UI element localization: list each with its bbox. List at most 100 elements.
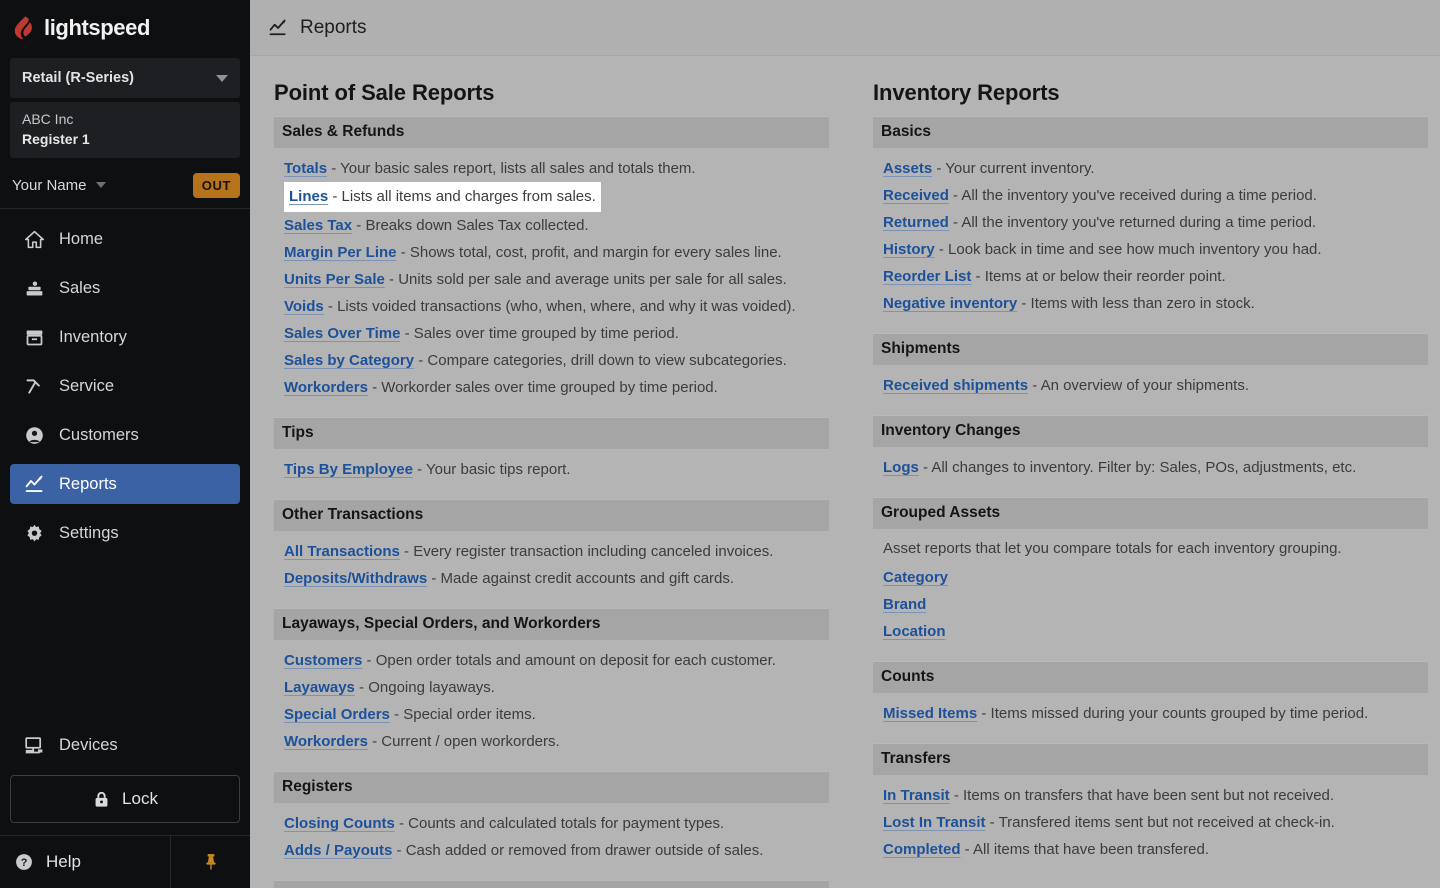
report-link-history[interactable]: History <box>883 241 935 258</box>
sidebar-item-reports[interactable]: Reports <box>10 464 240 504</box>
inventory-box-icon <box>24 327 45 348</box>
brand-logo[interactable]: lightspeed <box>0 0 250 56</box>
page-title: Reports <box>300 17 367 39</box>
report-link-negative-inventory[interactable]: Negative inventory <box>883 295 1017 312</box>
svg-text:?: ? <box>21 857 28 869</box>
report-entry-closing-counts: Closing Counts - Counts and calculated t… <box>284 810 829 837</box>
group-note: Asset reports that let you compare total… <box>883 536 1428 564</box>
sidebar-item-label: Service <box>59 377 114 396</box>
sidebar-item-label: Reports <box>59 475 117 494</box>
chevron-down-icon <box>96 182 106 188</box>
report-link-lost-in-transit[interactable]: Lost In Transit <box>883 814 986 831</box>
report-entry-in-transit: In Transit - Items on transfers that hav… <box>883 782 1428 809</box>
report-link-assets[interactable]: Assets <box>883 160 932 177</box>
series-selector-label: Retail (R-Series) <box>22 70 134 86</box>
report-entry-workorders: Workorders - Workorder sales over time g… <box>284 374 829 401</box>
chart-line-icon <box>24 474 45 495</box>
report-link-missed-items[interactable]: Missed Items <box>883 705 977 722</box>
report-description: - Special order items. <box>390 706 536 723</box>
report-link-location[interactable]: Location <box>883 623 946 640</box>
report-description: - All changes to inventory. Filter by: S… <box>919 459 1356 476</box>
report-description: - Units sold per sale and average units … <box>385 271 787 288</box>
report-link-sales-by-category[interactable]: Sales by Category <box>284 352 414 369</box>
page-header: Reports <box>250 0 1440 56</box>
report-link-closing-counts[interactable]: Closing Counts <box>284 815 395 832</box>
report-link-sales-tax[interactable]: Sales Tax <box>284 217 352 234</box>
monitor-icon <box>24 735 45 756</box>
group-header-layaways-special-orders-and-workorders: Layaways, Special Orders, and Workorders <box>274 608 829 640</box>
report-link-totals[interactable]: Totals <box>284 160 327 177</box>
help-button[interactable]: ? Help <box>0 836 171 888</box>
report-link-logs[interactable]: Logs <box>883 459 919 476</box>
sidebar: lightspeed Retail (R-Series) ABC Inc Reg… <box>0 0 250 888</box>
reports-content: Point of Sale ReportsSales & RefundsTota… <box>250 56 1440 888</box>
report-description: - Your current inventory. <box>932 160 1094 177</box>
report-link-deposits-withdraws[interactable]: Deposits/Withdraws <box>284 570 427 587</box>
group-body-inventory-changes: Logs - All changes to inventory. Filter … <box>873 447 1428 483</box>
report-link-special-orders[interactable]: Special Orders <box>284 706 390 723</box>
sidebar-item-home[interactable]: Home <box>10 219 240 259</box>
report-entry-completed: Completed - All items that have been tra… <box>883 836 1428 863</box>
brand-name: lightspeed <box>44 15 150 41</box>
sidebar-item-sales[interactable]: Sales <box>10 268 240 308</box>
sidebar-nav: Home Sales Inventory <box>0 209 250 562</box>
clock-status-badge[interactable]: OUT <box>193 173 240 198</box>
report-link-completed[interactable]: Completed <box>883 841 961 858</box>
report-description: - Items with less than zero in stock. <box>1017 295 1255 312</box>
report-entry-history: History - Look back in time and see how … <box>883 236 1428 263</box>
report-entry-received-shipments: Received shipments - An overview of your… <box>883 372 1428 399</box>
report-link-reorder-list[interactable]: Reorder List <box>883 268 971 285</box>
help-button-label: Help <box>46 852 81 872</box>
report-link-units-per-sale[interactable]: Units Per Sale <box>284 271 385 288</box>
sidebar-item-label: Inventory <box>59 328 127 347</box>
report-link-adds-payouts[interactable]: Adds / Payouts <box>284 842 392 859</box>
app-root: lightspeed Retail (R-Series) ABC Inc Reg… <box>0 0 1440 888</box>
report-link-received[interactable]: Received <box>883 187 949 204</box>
report-entry-missed-items: Missed Items - Items missed during your … <box>883 700 1428 727</box>
group-body-other-transactions: All Transactions - Every register transa… <box>274 531 829 594</box>
report-link-workorders[interactable]: Workorders <box>284 733 368 750</box>
report-description: - Workorder sales over time grouped by t… <box>368 379 718 396</box>
report-link-workorders[interactable]: Workorders <box>284 379 368 396</box>
sidebar-item-settings[interactable]: Settings <box>10 513 240 553</box>
report-link-received-shipments[interactable]: Received shipments <box>883 377 1028 394</box>
sidebar-item-customers[interactable]: Customers <box>10 415 240 455</box>
group-body-counts: Missed Items - Items missed during your … <box>873 693 1428 729</box>
lock-button[interactable]: Lock <box>10 775 240 823</box>
group-body-grouped-assets: Asset reports that let you compare total… <box>873 529 1428 647</box>
report-link-voids[interactable]: Voids <box>284 298 324 315</box>
sidebar-item-inventory[interactable]: Inventory <box>10 317 240 357</box>
report-link-customers[interactable]: Customers <box>284 652 362 669</box>
report-description: - Breaks down Sales Tax collected. <box>352 217 589 234</box>
group-header-shipments: Shipments <box>873 333 1428 365</box>
chevron-down-icon <box>216 75 228 82</box>
company-name: ABC Inc <box>22 109 228 129</box>
report-entry-assets: Assets - Your current inventory. <box>883 155 1428 182</box>
group-header-transfers: Transfers <box>873 743 1428 775</box>
report-link-returned[interactable]: Returned <box>883 214 949 231</box>
sidebar-item-service[interactable]: Service <box>10 366 240 406</box>
pin-sidebar-button[interactable] <box>171 836 250 888</box>
report-link-in-transit[interactable]: In Transit <box>883 787 950 804</box>
user-menu[interactable]: Your Name <box>12 177 106 194</box>
report-link-category[interactable]: Category <box>883 569 948 586</box>
hammer-icon <box>24 376 45 397</box>
group-body-shipments: Received shipments - An overview of your… <box>873 365 1428 401</box>
sidebar-item-devices[interactable]: Devices <box>0 725 250 765</box>
report-link-sales-over-time[interactable]: Sales Over Time <box>284 325 400 342</box>
report-description: - Lists all items and charges from sales… <box>328 188 596 205</box>
report-link-lines[interactable]: Lines <box>289 188 328 205</box>
report-link-all-transactions[interactable]: All Transactions <box>284 543 400 560</box>
point-of-sale-reports-column: Point of Sale ReportsSales & RefundsTota… <box>274 80 829 888</box>
report-link-brand[interactable]: Brand <box>883 596 926 613</box>
group-body-registers: Closing Counts - Counts and calculated t… <box>274 803 829 866</box>
home-icon <box>24 229 45 250</box>
report-link-tips-by-employee[interactable]: Tips By Employee <box>284 461 413 478</box>
store-register-box[interactable]: ABC Inc Register 1 <box>10 102 240 158</box>
group-body-sales-refunds: Totals - Your basic sales report, lists … <box>274 148 829 403</box>
series-selector[interactable]: Retail (R-Series) <box>10 58 240 98</box>
inventory-reports-title: Inventory Reports <box>873 80 1428 106</box>
report-link-layaways[interactable]: Layaways <box>284 679 355 696</box>
report-link-margin-per-line[interactable]: Margin Per Line <box>284 244 397 261</box>
user-row: Your Name OUT <box>0 162 250 208</box>
